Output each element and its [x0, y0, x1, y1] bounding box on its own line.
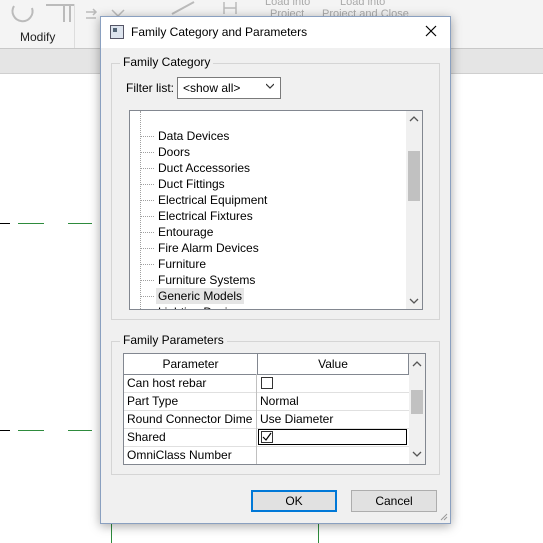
canvas-line [318, 522, 319, 543]
category-item[interactable]: Generic Models [156, 288, 245, 304]
category-item[interactable]: Lighting Devices [156, 304, 248, 309]
dialog-title: Family Category and Parameters [131, 25, 308, 39]
ok-button[interactable]: OK [251, 490, 337, 512]
category-item[interactable]: Furniture Systems [156, 272, 257, 288]
tree-connector [141, 184, 154, 185]
parameter-value[interactable]: Normal [257, 392, 407, 410]
family-category-label: Family Category [120, 55, 214, 69]
resize-grip-icon[interactable] [438, 511, 448, 521]
family-category-dialog: Family Category and Parameters Family Ca… [100, 16, 451, 524]
tree-connector [141, 296, 154, 297]
dialog-app-icon [110, 25, 124, 39]
tree-connector [141, 200, 154, 201]
filter-list-dropdown[interactable]: <show all> [177, 77, 281, 99]
category-item[interactable]: Doors [156, 144, 192, 160]
scroll-up-icon[interactable] [409, 356, 425, 372]
parameter-name: Part Type [124, 392, 257, 410]
parameter-row: Can host rebar [124, 374, 409, 393]
ribbon-separator [74, 4, 75, 48]
category-item[interactable]: Duct Fittings [156, 176, 227, 192]
tree-connector [141, 216, 154, 217]
sketch-line-icon[interactable] [170, 0, 206, 16]
grid-header: Parameter Value [124, 354, 409, 375]
parameter-value[interactable] [257, 446, 407, 464]
value-column-header[interactable]: Value [258, 354, 409, 374]
canvas-line [0, 430, 10, 431]
tree-connector [141, 264, 154, 265]
filter-list-label: Filter list: [126, 81, 174, 95]
canvas-line [18, 430, 44, 431]
parameters-grid: Parameter Value Can host rebar Part Type N… [123, 353, 426, 465]
ribbon-modify-label[interactable]: Modify [20, 30, 55, 44]
category-item[interactable]: Data Devices [156, 128, 231, 144]
canvas-line [68, 430, 92, 431]
tree-connector [141, 152, 154, 153]
cancel-button[interactable]: Cancel [351, 490, 437, 512]
tree-connector [141, 280, 154, 281]
align-icon[interactable] [44, 2, 78, 24]
focus-rectangle [258, 429, 407, 445]
family-parameters-label: Family Parameters [120, 333, 227, 347]
parameter-name: Can host rebar [124, 374, 257, 392]
filter-list-value: <show all> [183, 81, 241, 95]
close-icon[interactable] [420, 20, 442, 42]
offset-icon[interactable] [84, 6, 100, 22]
scroll-down-icon[interactable] [409, 446, 425, 462]
tree-connector [141, 232, 154, 233]
load-into-project-label[interactable]: Load into [265, 0, 310, 8]
modify-tool-icon[interactable] [8, 2, 38, 26]
category-item[interactable]: Electrical Fixtures [156, 208, 255, 224]
category-item[interactable]: Entourage [156, 224, 215, 240]
tree-connector [141, 168, 154, 169]
scrollbar-thumb[interactable] [411, 390, 423, 414]
parameter-row: Round Connector Dime Use Diameter [124, 410, 409, 429]
parameters-scrollbar[interactable] [409, 354, 425, 464]
category-item[interactable]: Furniture [156, 256, 208, 272]
scrollbar-thumb[interactable] [408, 151, 420, 201]
category-tree-scrollbar[interactable] [406, 111, 422, 309]
parameter-name: Round Connector Dime [124, 410, 257, 428]
checkbox[interactable] [261, 377, 273, 389]
dimension-icon[interactable] [222, 0, 252, 16]
category-item[interactable]: Duct Accessories [156, 160, 252, 176]
scroll-up-icon[interactable] [406, 111, 422, 127]
parameter-column-header[interactable]: Parameter [124, 354, 258, 374]
chevron-down-icon [266, 83, 274, 89]
parameter-name: OmniClass Number [124, 446, 257, 464]
parameter-value[interactable]: Use Diameter [257, 410, 407, 428]
category-item[interactable]: Electrical Equipment [156, 192, 269, 208]
parameter-row: OmniClass Number [124, 446, 409, 464]
category-tree[interactable]: Data Devices Doors Duct Accessories Duct Fi… [129, 110, 423, 310]
canvas-line [18, 223, 44, 224]
parameter-row: Shared [124, 428, 409, 447]
dialog-titlebar[interactable]: Family Category and Parameters [101, 17, 450, 48]
load-into-project-close-label[interactable]: Load into [340, 0, 385, 8]
canvas-line [0, 223, 10, 224]
canvas-line [68, 223, 92, 224]
canvas-line [111, 522, 112, 543]
tree-connector [141, 136, 154, 137]
parameter-value[interactable] [257, 374, 407, 392]
tree-connector [141, 248, 154, 249]
parameter-name: Shared [124, 428, 257, 446]
scroll-down-icon[interactable] [406, 293, 422, 309]
parameter-row: Part Type Normal [124, 392, 409, 411]
category-item[interactable]: Fire Alarm Devices [156, 240, 261, 256]
